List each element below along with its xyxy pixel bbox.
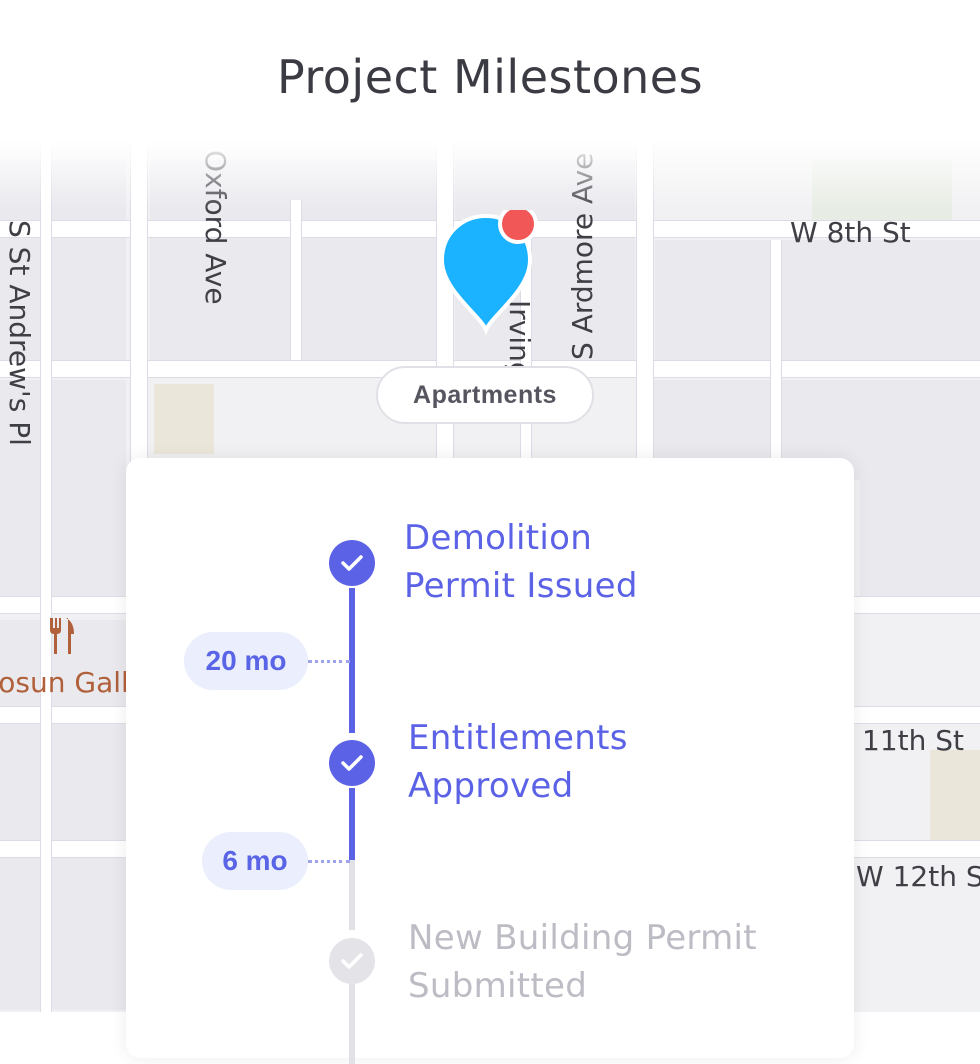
timeline-segment-pending: [349, 860, 355, 930]
duration-badge: 20 mo: [184, 632, 308, 690]
check-icon: [329, 740, 375, 786]
map-pin-icon[interactable]: [439, 204, 540, 340]
street-label-w11th: 11th St: [862, 724, 965, 757]
timeline-segment-pending: [349, 984, 355, 1064]
milestone-title: New Building Permit Submitted: [408, 918, 757, 1006]
milestones-card: Demolition Permit Issued 20 mo Entitleme…: [126, 458, 854, 1064]
milestone-title: Demolition Permit Issued: [404, 518, 638, 606]
duration-connector: [308, 860, 350, 863]
check-icon: [329, 938, 375, 984]
poi-label[interactable]: Josun Gall: [0, 666, 129, 699]
timeline-segment-complete: [349, 788, 355, 860]
street-label-st-andrews: S St Andrew's Pl: [3, 220, 36, 446]
street-label-w8th: W 8th St: [790, 216, 911, 249]
milestone-title: Entitlements Approved: [408, 718, 628, 806]
page-title: Project Milestones: [276, 50, 704, 104]
marker-label[interactable]: Apartments: [376, 366, 594, 424]
duration-connector: [308, 660, 350, 663]
check-icon: [329, 540, 375, 586]
duration-badge: 6 mo: [202, 832, 308, 890]
street-label-w12th: W 12th St: [856, 860, 980, 893]
restaurant-icon[interactable]: [46, 616, 76, 661]
